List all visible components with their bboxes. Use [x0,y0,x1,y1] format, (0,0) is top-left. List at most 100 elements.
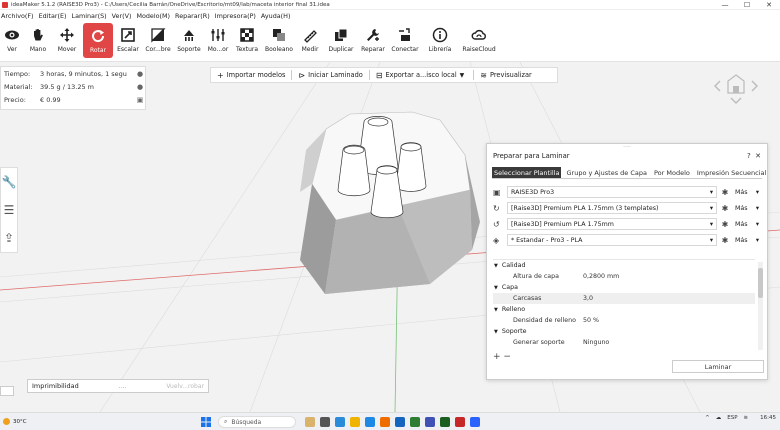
menu-archivo[interactable]: Archivo(F) [1,12,34,20]
app-office-icon[interactable] [380,417,390,427]
filament2-select[interactable]: [Raise3D] Premium PLA 1.75mm ▾ [507,218,717,230]
start-slicing-button[interactable]: ⊳ Iniciar Laminado [292,67,368,83]
group-capa[interactable]: ▼ Capa [493,282,755,293]
tool-libreria[interactable]: Librería [423,22,457,60]
tool-reparar[interactable]: Reparar [359,22,387,60]
close-button[interactable]: ✕ [758,0,780,10]
language-indicator[interactable]: ESP [727,415,737,421]
recheck-link[interactable]: Vuelv...robar [166,383,204,390]
view-navigation-cube[interactable] [708,71,764,107]
menu-impresora[interactable]: Impresora(P) [215,12,256,20]
tab-grupo-ajustes-capa[interactable]: Grupo y Ajustes de Capa [564,167,649,178]
more-button[interactable]: Más ▾ [733,189,761,196]
menu-ayuda[interactable]: Ayuda(H) [261,12,291,20]
add-remove-setting-buttons[interactable]: + − [493,352,511,362]
3d-model[interactable] [300,111,480,294]
more-button[interactable]: Más ▾ [733,237,761,244]
menu-ver[interactable]: Ver(V) [112,12,132,20]
tool-medir[interactable]: Medir [297,22,323,60]
tab-impresion-secuencial[interactable]: Impresión Secuencial [695,167,768,178]
info-icon[interactable]: ● [135,83,145,91]
list-icon[interactable]: ☰ [4,203,15,217]
side-toolbar: 🔧 ☰ ⇪ [0,167,18,253]
action-bar: + Importar modelos ⊳ Iniciar Laminado ⊟ Exp… [210,67,558,83]
tab-por-modelo[interactable]: Por Modelo [652,167,692,178]
tool-duplicar[interactable]: Duplicar [325,22,357,60]
app-taskview-icon[interactable] [320,417,330,427]
setting-row[interactable]: Altura de capa 0,2800 mm [493,271,755,282]
main-toolbar: Ver Mano Mover Rotar Escalar Cor...bre S… [0,22,780,62]
tool-ver[interactable]: Ver [1,22,23,60]
chevron-up-icon[interactable]: ^ [705,415,710,421]
keyboard-icon[interactable] [0,386,14,396]
info-icon[interactable]: ● [135,70,145,78]
calculator-icon[interactable]: ▣ [135,96,145,104]
wrench-icon[interactable]: 🔧 [2,175,17,189]
window-controls: — ☐ ✕ [714,0,780,10]
tool-conectar[interactable]: Conectar [389,22,421,60]
settings-scrollbar[interactable] [758,262,763,350]
drag-handle[interactable]: .... [119,383,127,390]
gear-icon[interactable]: ✱ [717,188,733,197]
app-chat-icon[interactable] [335,417,345,427]
weather-widget[interactable]: 30°C [3,418,27,425]
more-button[interactable]: Más ▾ [733,221,761,228]
printer-select[interactable]: RAISE3D Pro3 ▾ [507,186,717,198]
menu-modelo[interactable]: Modelo(M) [136,12,170,20]
boolean-icon [273,29,285,41]
tool-cortar[interactable]: Cor...bre [143,22,173,60]
help-button[interactable]: ? [747,152,751,160]
sun-icon [3,418,10,425]
group-calidad[interactable]: ▼ Calidad [493,260,755,271]
app-teams-icon[interactable] [410,417,420,427]
app-explorer-icon[interactable] [350,417,360,427]
maximize-button[interactable]: ☐ [736,0,758,10]
app-widget-icon[interactable] [305,417,315,427]
tool-textura[interactable]: Textura [233,22,261,60]
tool-soporte[interactable]: Soporte [175,22,203,60]
cloud-icon[interactable]: ☁ [716,415,722,421]
group-soporte[interactable]: ▼ Soporte [493,326,755,337]
wifi-icon[interactable]: ≋ [744,415,749,421]
group-relleno[interactable]: ▼ Relleno [493,304,755,315]
laminar-button[interactable]: Laminar [672,360,764,373]
panel-close-button[interactable]: ✕ [755,152,761,160]
minimize-button[interactable]: — [714,0,736,10]
gear-icon[interactable]: ✱ [717,236,733,245]
support-icon [184,30,194,41]
tool-mano[interactable]: Mano [25,22,51,60]
profile-select[interactable]: * Estandar - Pro3 - PLA ▾ [507,234,717,246]
app-excel-icon[interactable] [440,417,450,427]
gear-icon[interactable]: ✱ [717,220,733,229]
menu-editar[interactable]: Editar(E) [39,12,67,20]
tab-seleccionar-plantilla[interactable]: Seleccionar Plantilla [492,167,562,178]
tool-raisecloud[interactable]: RaiseCloud [459,22,499,60]
filament2-row: ↺ [Raise3D] Premium PLA 1.75mm ▾ ✱ Más ▾ [493,216,761,232]
upload-icon[interactable]: ⇪ [4,231,14,245]
filament1-select[interactable]: [Raise3D] Premium PLA 1.75mm (3 template… [507,202,717,214]
setting-row[interactable]: Carcasas 3,0 [493,293,755,304]
tool-escalar[interactable]: Escalar [115,22,141,60]
app-store-icon[interactable] [395,417,405,427]
clock[interactable]: 16:45 [754,415,776,421]
setting-row[interactable]: Densidad de relleno 50 % [493,315,755,326]
menu-reparar[interactable]: Reparar(R) [175,12,210,20]
tool-mover[interactable]: Mover [53,22,81,60]
preview-button[interactable]: ≋ Previsualizar [474,67,537,83]
tool-modificador[interactable]: Mo...or [205,22,231,60]
tool-booleano[interactable]: Booleano [263,22,295,60]
menu-laminar[interactable]: Laminar(S) [72,12,107,20]
app-word-icon[interactable] [425,417,435,427]
tool-rotar[interactable]: Rotar [83,23,113,58]
app-vscode-icon[interactable] [470,417,480,427]
taskbar-search-input[interactable]: ⌕ Búsqueda [218,416,296,428]
export-button[interactable]: ⊟ Exportar a...isco local ▼ [370,67,473,83]
windows-start-icon[interactable] [201,417,211,427]
import-models-button[interactable]: + Importar modelos [211,67,291,83]
setting-row[interactable]: Generar soporte Ninguno [493,337,755,348]
app-ideamaker-icon[interactable] [455,417,465,427]
gear-icon[interactable]: ✱ [717,204,733,213]
more-button[interactable]: Más ▾ [733,205,761,212]
app-edge-icon[interactable] [365,417,375,427]
estimate-info-panel: Tiempo: 3 horas, 9 minutos, 1 segu ● Mat… [0,66,146,110]
